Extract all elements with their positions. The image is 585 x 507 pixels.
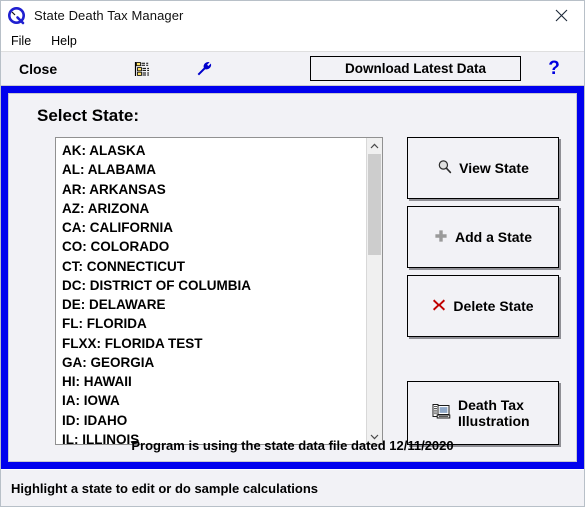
app-logo-icon <box>8 6 26 25</box>
magnifier-icon <box>437 159 452 177</box>
window-close-button[interactable] <box>539 1 584 30</box>
death-tax-illustration-button[interactable]: Death Tax Illustration <box>407 381 559 445</box>
toolbar: Close Download Latest Data ? <box>1 52 584 86</box>
list-item[interactable]: CO: COLORADO <box>62 237 366 256</box>
main-panel: Select State: AK: ALASKA AL: ALABAMA AR:… <box>1 86 584 469</box>
x-mark-icon <box>432 298 446 315</box>
list-item[interactable]: AR: ARKANSAS <box>62 180 366 199</box>
state-listbox[interactable]: AK: ALASKA AL: ALABAMA AR: ARKANSAS AZ: … <box>55 137 383 445</box>
statusbar: Highlight a state to edit or do sample c… <box>1 469 584 506</box>
titlebar: State Death Tax Manager <box>1 1 584 30</box>
window-title: State Death Tax Manager <box>34 8 184 23</box>
add-state-label: Add a State <box>454 229 532 245</box>
scrollbar-thumb[interactable] <box>368 154 381 255</box>
status-message: Highlight a state to edit or do sample c… <box>11 480 318 496</box>
list-item[interactable]: GA: GEORGIA <box>62 353 366 372</box>
wrench-icon[interactable] <box>191 56 217 82</box>
list-outline-icon[interactable] <box>129 56 155 82</box>
download-latest-data-label: Download Latest Data <box>344 61 487 76</box>
menu-item-help[interactable]: Help <box>51 34 77 48</box>
menubar: File Help <box>1 30 584 52</box>
list-item[interactable]: CT: CONNECTICUT <box>62 257 366 276</box>
add-state-button[interactable]: Add a State <box>407 206 559 268</box>
list-item[interactable]: AK: ALASKA <box>62 141 366 160</box>
state-list-items: AK: ALASKA AL: ALABAMA AR: ARKANSAS AZ: … <box>56 138 366 444</box>
list-item[interactable]: HI: HAWAII <box>62 372 366 391</box>
help-question-icon[interactable]: ? <box>542 57 566 81</box>
death-tax-illustration-label: Death Tax Illustration <box>458 397 530 429</box>
chevron-up-icon[interactable] <box>367 138 382 153</box>
help-question-label: ? <box>548 58 560 79</box>
main-panel-inner: Select State: AK: ALASKA AL: ALABAMA AR:… <box>8 93 577 462</box>
list-item[interactable]: FL: FLORIDA <box>62 314 366 333</box>
list-item[interactable]: FLXX: FLORIDA TEST <box>62 334 366 353</box>
list-item[interactable]: DC: DISTRICT OF COLUMBIA <box>62 276 366 295</box>
list-item[interactable]: AL: ALABAMA <box>62 160 366 179</box>
listbox-scrollbar[interactable] <box>366 138 382 444</box>
datafile-message: Program is using the state data file dat… <box>131 438 454 453</box>
view-state-label: View State <box>459 160 529 176</box>
list-item[interactable]: IA: IOWA <box>62 391 366 410</box>
delete-state-button[interactable]: Delete State <box>407 275 559 337</box>
plus-icon <box>434 229 448 246</box>
delete-state-label: Delete State <box>453 298 534 314</box>
close-icon <box>555 9 568 22</box>
computer-monitor-icon <box>432 403 451 424</box>
list-item[interactable]: ID: IDAHO <box>62 411 366 430</box>
list-item[interactable]: AZ: ARIZONA <box>62 199 366 218</box>
menu-item-file[interactable]: File <box>11 34 31 48</box>
download-latest-data-button[interactable]: Download Latest Data <box>310 56 521 81</box>
list-item[interactable]: DE: DELAWARE <box>62 295 366 314</box>
page-title: Select State: <box>37 106 140 125</box>
view-state-button[interactable]: View State <box>407 137 559 199</box>
app-window: State Death Tax Manager File Help Close <box>0 0 585 507</box>
toolbar-close-button[interactable]: Close <box>19 61 57 77</box>
list-item[interactable]: CA: CALIFORNIA <box>62 218 366 237</box>
